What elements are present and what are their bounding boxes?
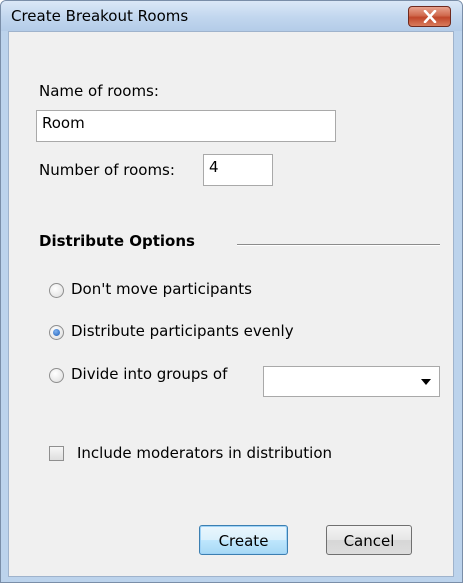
name-of-rooms-label: Name of rooms: xyxy=(39,82,159,100)
name-of-rooms-input[interactable]: Room xyxy=(36,110,336,142)
radio-distribute-evenly-label: Distribute participants evenly xyxy=(71,322,294,340)
radio-dont-move-label: Don't move participants xyxy=(71,280,252,298)
radio-dont-move[interactable] xyxy=(49,283,64,298)
number-of-rooms-label: Number of rooms: xyxy=(39,161,175,179)
close-button[interactable] xyxy=(408,6,451,27)
dialog-window: Create Breakout Rooms Name of rooms: Roo… xyxy=(0,0,463,583)
title-bar[interactable]: Create Breakout Rooms xyxy=(1,1,462,31)
create-button[interactable]: Create xyxy=(199,525,288,555)
window-title: Create Breakout Rooms xyxy=(11,7,189,25)
group-size-dropdown[interactable] xyxy=(263,366,440,397)
radio-distribute-evenly[interactable] xyxy=(49,325,64,340)
distribute-options-heading: Distribute Options xyxy=(39,232,195,250)
radio-divide-groups-label: Divide into groups of xyxy=(71,365,228,383)
include-moderators-checkbox[interactable] xyxy=(49,446,64,461)
dialog-content: Name of rooms: Room Number of rooms: 4 D… xyxy=(8,31,454,577)
include-moderators-label: Include moderators in distribution xyxy=(77,444,332,462)
chevron-down-icon xyxy=(421,379,431,385)
close-icon xyxy=(423,10,437,23)
radio-divide-groups[interactable] xyxy=(49,368,64,383)
number-of-rooms-input[interactable]: 4 xyxy=(203,154,273,186)
cancel-button[interactable]: Cancel xyxy=(326,525,412,555)
section-divider xyxy=(237,244,440,246)
